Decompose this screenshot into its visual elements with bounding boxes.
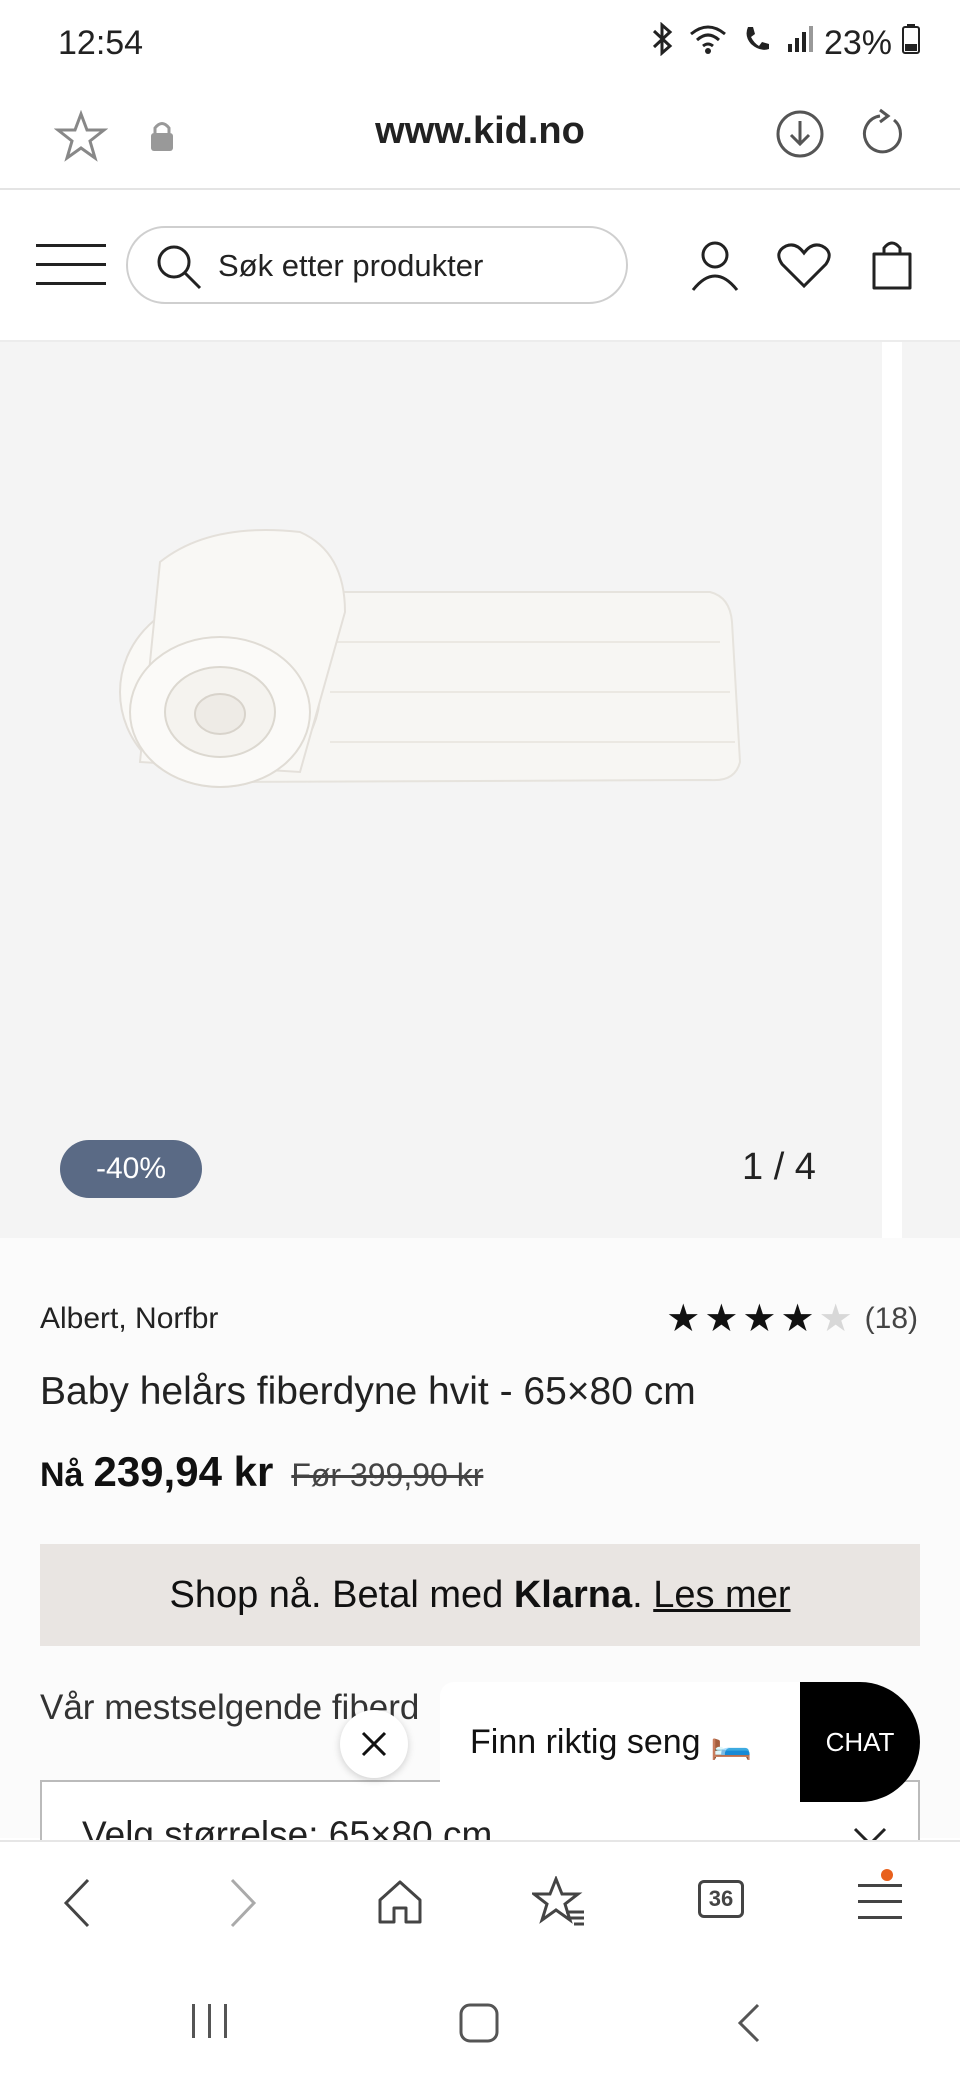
klarna-text: Shop nå. Betal med: [169, 1574, 504, 1616]
product-image: [119, 529, 742, 788]
price-row: Nå 239,94 kr Før 399,90 kr: [40, 1448, 483, 1496]
battery-icon: [902, 24, 920, 63]
star-icon: ★: [704, 1298, 739, 1340]
chat-button-label: CHAT: [825, 1727, 895, 1757]
download-icon[interactable]: [774, 108, 826, 160]
wifi-icon: [688, 22, 728, 65]
product-rating[interactable]: ★ ★ ★ ★ ★ (18): [666, 1300, 918, 1338]
site-header: Søk etter produkter: [0, 190, 960, 342]
close-popup-button[interactable]: [340, 1710, 408, 1778]
status-bar: 12:54 23%: [0, 0, 960, 88]
system-nav-bar: [0, 1964, 960, 2080]
chat-button[interactable]: CHAT: [800, 1682, 920, 1802]
tabs-count-icon[interactable]: 36: [698, 1880, 744, 1918]
product-brand[interactable]: Albert, Norfbr: [40, 1302, 218, 1336]
browser-url-bar: www.kid.no: [0, 88, 960, 190]
bluetooth-icon: [650, 21, 676, 65]
back-arrow-icon[interactable]: [60, 1876, 94, 1930]
wishlist-heart-icon[interactable]: [776, 242, 832, 290]
search-icon: [154, 242, 204, 292]
system-back-icon[interactable]: [734, 2002, 762, 2044]
klarna-read-more-link[interactable]: Les mer: [653, 1574, 790, 1616]
next-image-peek[interactable]: [902, 342, 960, 1238]
review-count: (18): [864, 1302, 918, 1335]
chat-prompt-text: Finn riktig seng 🛏️: [470, 1723, 753, 1761]
forward-arrow-icon[interactable]: [226, 1876, 260, 1930]
star-icon: ★: [666, 1298, 701, 1340]
klarna-logo: Klarna: [513, 1574, 633, 1616]
wifi-calling-icon: [740, 22, 774, 65]
discount-badge: -40%: [60, 1140, 202, 1198]
close-icon: [360, 1730, 388, 1758]
image-counter: 1 / 4: [742, 1146, 816, 1188]
price-now: 239,94 kr: [93, 1448, 274, 1495]
home-button-icon[interactable]: [458, 2002, 500, 2044]
chat-prompt-bubble[interactable]: Finn riktig seng 🛏️: [440, 1682, 802, 1802]
reload-icon[interactable]: [854, 108, 906, 160]
star-icon: ★: [780, 1298, 815, 1340]
klarna-banner[interactable]: Shop nå. Betal med Klarna. Les mer: [40, 1544, 920, 1646]
hamburger-menu-icon[interactable]: [36, 242, 106, 288]
signal-icon: [786, 24, 814, 63]
price-label: Nå: [40, 1456, 84, 1494]
search-input[interactable]: Søk etter produkter: [126, 226, 628, 304]
bookmarks-icon[interactable]: [532, 1876, 586, 1928]
star-icon: ★: [742, 1298, 777, 1340]
notification-dot: [880, 1868, 894, 1882]
cart-bag-icon[interactable]: [870, 238, 914, 292]
account-icon[interactable]: [690, 240, 740, 292]
product-title: Baby helårs fiberdyne hvit - 65×80 cm: [40, 1370, 696, 1413]
search-placeholder: Søk etter produkter: [218, 248, 484, 283]
status-time: 12:54: [58, 24, 144, 62]
battery-percent: 23%: [823, 24, 892, 62]
star-empty-icon: ★: [818, 1298, 853, 1340]
menu-icon[interactable]: [858, 1882, 902, 1922]
product-image-gallery[interactable]: [0, 342, 882, 1238]
status-right: 23%: [650, 21, 920, 65]
price-old: Før 399,90 kr: [291, 1457, 484, 1493]
recent-apps-icon[interactable]: [190, 2002, 230, 2040]
home-icon[interactable]: [376, 1878, 424, 1926]
browser-bottom-nav: [0, 1840, 960, 1966]
